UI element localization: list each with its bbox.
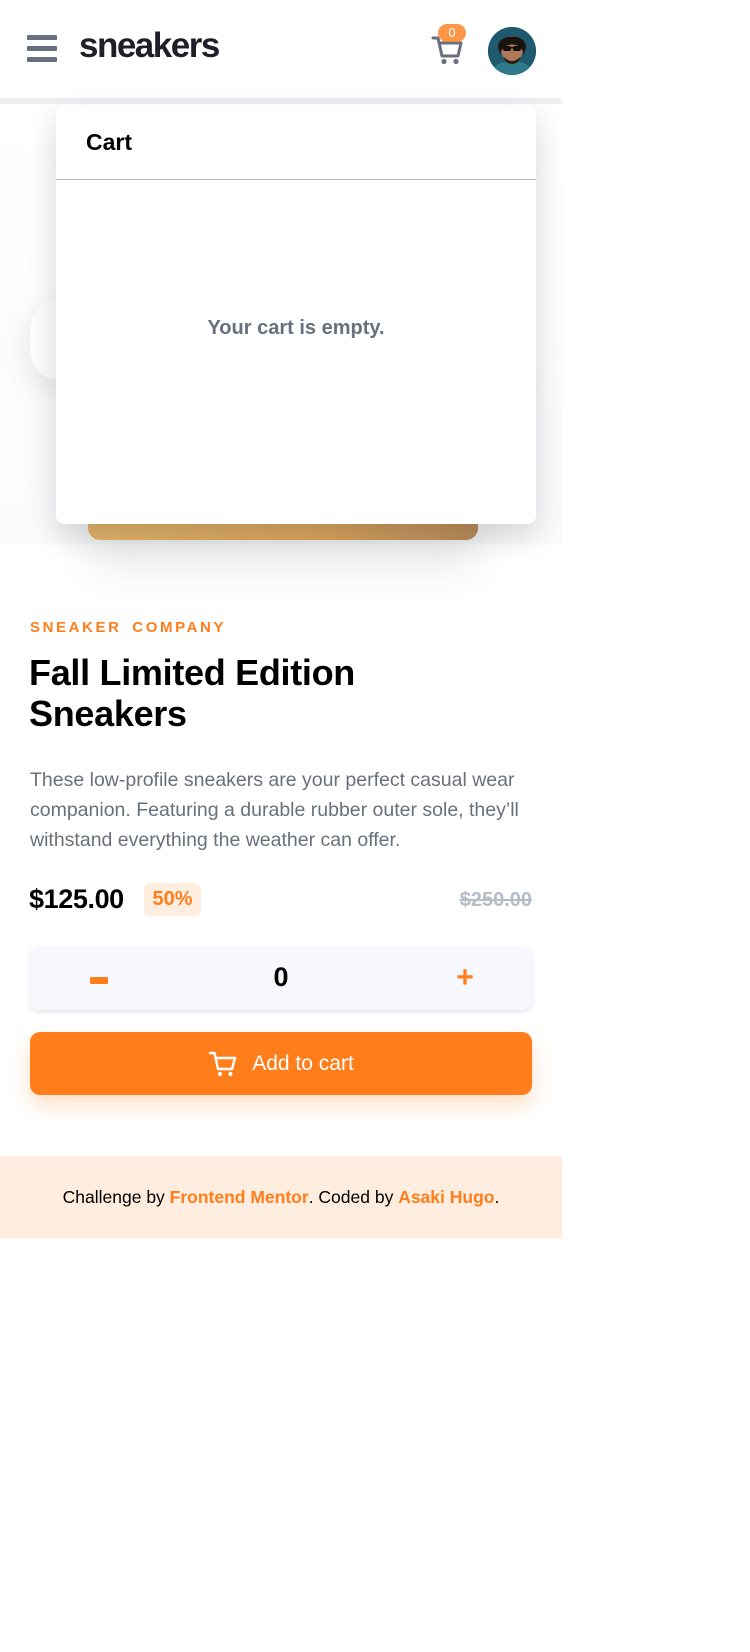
add-to-cart-label: Add to cart [252, 1051, 354, 1075]
cart-divider [56, 179, 536, 180]
add-to-cart-button[interactable]: Add to cart [30, 1032, 532, 1095]
current-price: $125.00 [29, 884, 124, 914]
footer-suffix: . [494, 1187, 500, 1207]
site-header: sneakers 0 [0, 0, 562, 98]
avatar[interactable] [488, 27, 536, 75]
original-price: $250.00 [459, 889, 532, 911]
logo[interactable]: sneakers [79, 26, 220, 66]
cart-icon [209, 1051, 237, 1076]
company-label: SNEAKER COMPANY [30, 619, 227, 636]
attribution-footer: Challenge by Frontend Mentor. Coded by A… [0, 1156, 562, 1238]
author-link[interactable]: Asaki Hugo [398, 1187, 494, 1207]
footer-prefix: Challenge by [62, 1187, 170, 1207]
footer-middle: . Coded by [308, 1187, 399, 1207]
plus-icon[interactable]: + [445, 960, 485, 996]
product-description: These low-profile sneakers are your perf… [30, 769, 519, 851]
discount-badge: 50% [144, 883, 201, 916]
cart-dropdown: Cart Your cart is empty. [56, 105, 536, 524]
menu-icon[interactable] [27, 35, 57, 63]
cart-title: Cart [86, 129, 133, 155]
cart-empty-message: Your cart is empty. [207, 317, 385, 339]
product-title: Fall Limited Edition Sneakers [29, 652, 355, 734]
frontend-mentor-link[interactable]: Frontend Mentor [170, 1187, 309, 1207]
quantity-stepper: 0 + [30, 946, 532, 1010]
product-page: sneakers 0 Cart Your cart is empty. SNEA… [0, 0, 562, 1652]
cart-count-badge: 0 [438, 24, 466, 42]
